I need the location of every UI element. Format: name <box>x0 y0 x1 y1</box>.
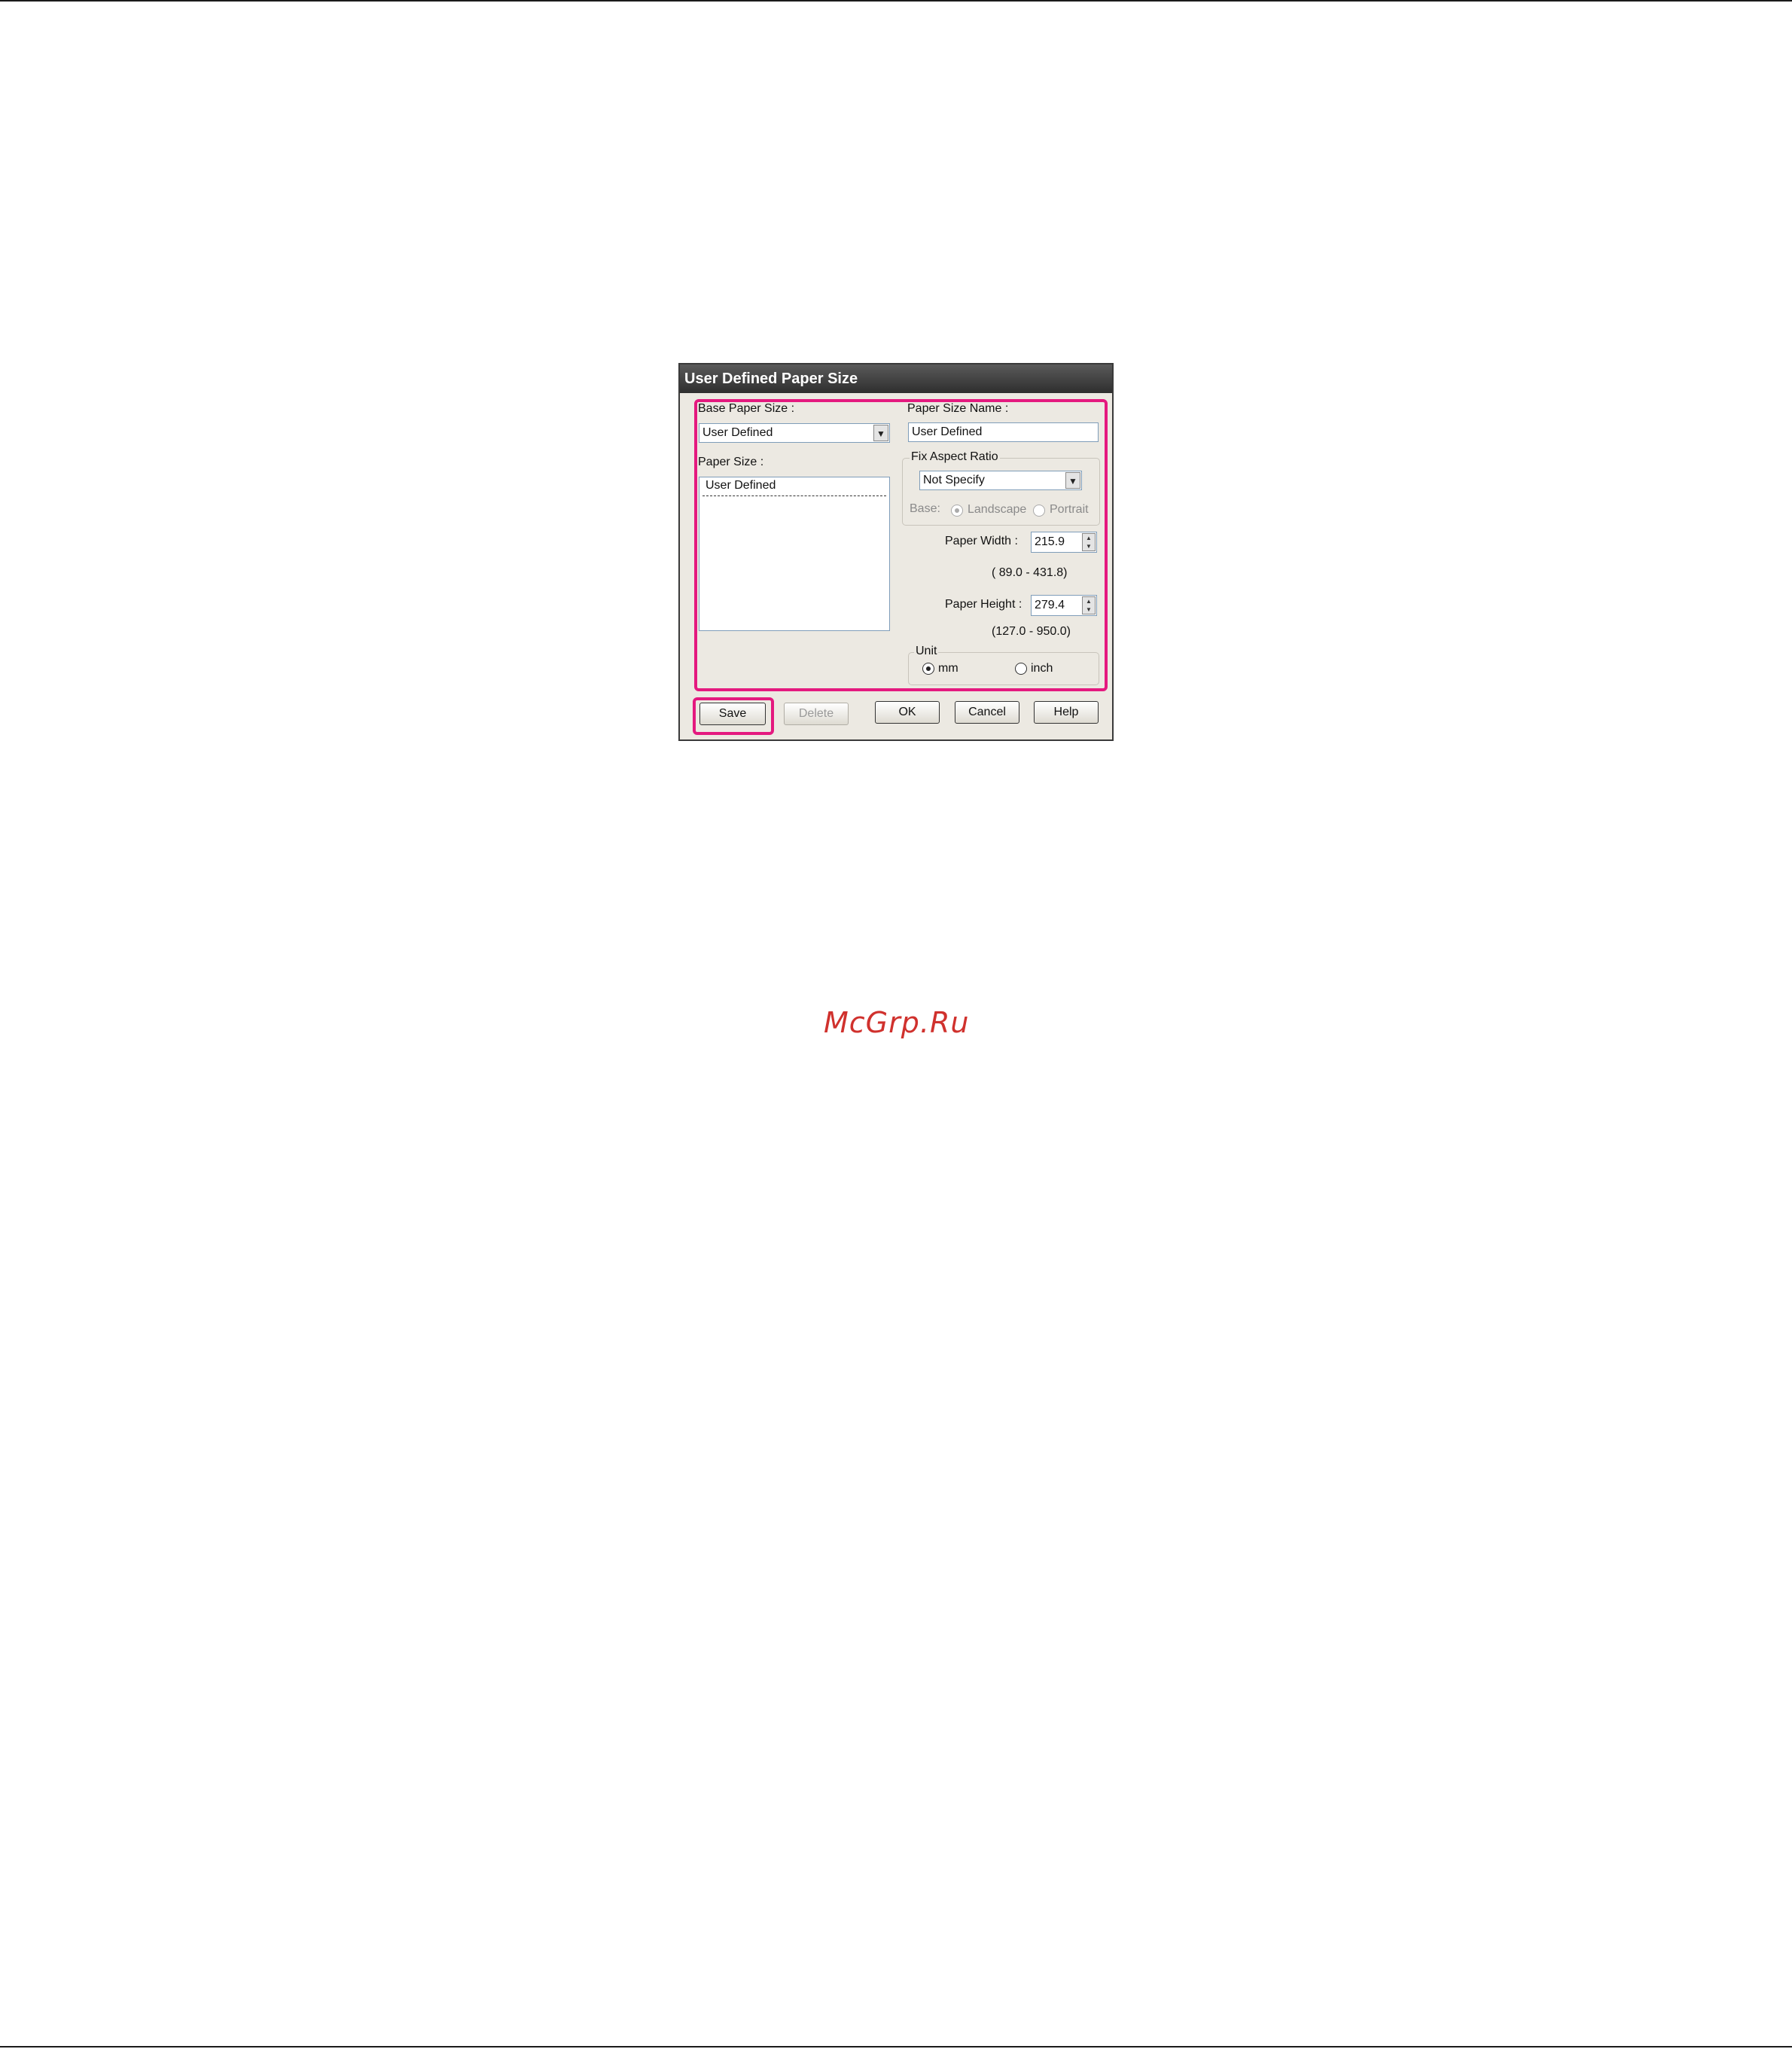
page-top-rule <box>0 0 1792 2</box>
watermark: McGrp.Ru <box>824 1006 970 1039</box>
page-bottom-rule <box>0 2046 1792 2047</box>
save-button[interactable]: Save <box>699 703 766 725</box>
dialog-title: User Defined Paper Size <box>680 364 1112 393</box>
user-defined-paper-size-dialog: User Defined Paper Size Base Paper Size … <box>678 363 1114 741</box>
cancel-button[interactable]: Cancel <box>955 701 1019 724</box>
delete-button[interactable]: Delete <box>784 703 849 725</box>
settings-highlight <box>694 399 1108 691</box>
ok-button[interactable]: OK <box>875 701 940 724</box>
help-button[interactable]: Help <box>1034 701 1099 724</box>
